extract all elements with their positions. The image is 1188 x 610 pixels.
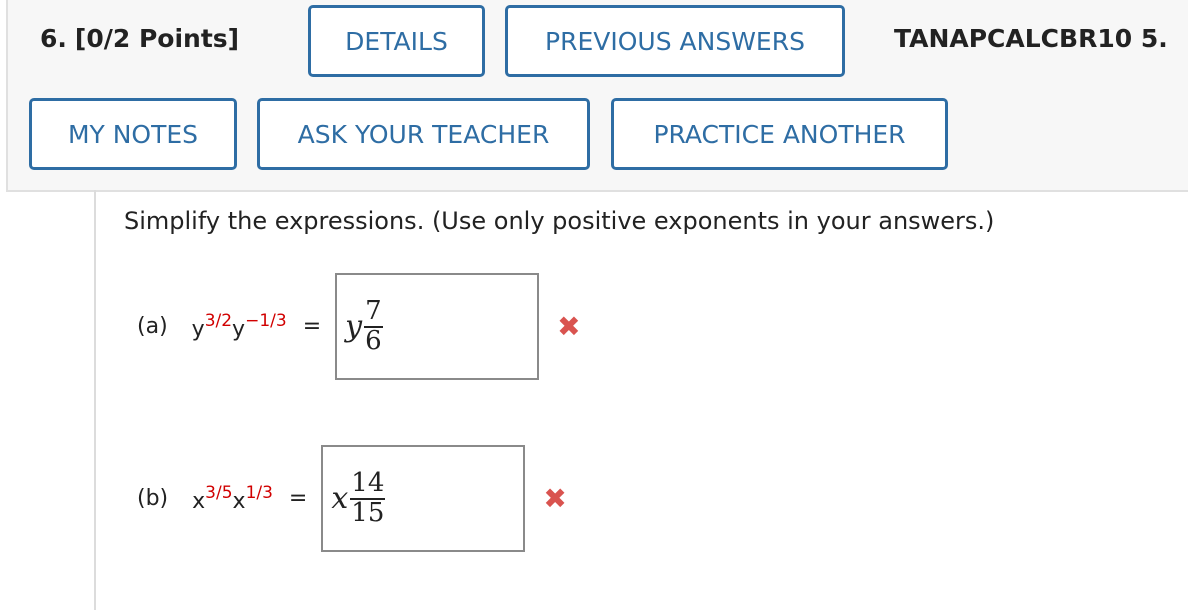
part-a-answer-field[interactable]: y 7 6 xyxy=(335,273,540,380)
left-rule xyxy=(94,190,96,610)
part-b-answer-numerator: 14 xyxy=(350,468,386,500)
part-b-answer-field[interactable]: x 14 15 xyxy=(321,445,526,552)
part-b-exponent2: 1/3 xyxy=(245,483,273,503)
part-b: (b) x3/5x1/3 = x 14 15 ✖ xyxy=(137,445,567,552)
part-b-exponent1: 3/5 xyxy=(205,483,233,503)
incorrect-icon: ✖ xyxy=(557,310,581,343)
part-a-exponent2: −1/3 xyxy=(245,311,287,331)
details-button[interactable]: DETAILS xyxy=(308,5,485,77)
instructions-text: Simplify the expressions. (Use only posi… xyxy=(124,207,995,235)
question-number: 6. [0/2 Points] xyxy=(40,24,239,53)
part-a-answer-numerator: 7 xyxy=(364,296,383,328)
part-b-label: (b) xyxy=(137,486,169,511)
question-points: [0/2 Points] xyxy=(74,24,240,53)
part-a-expression: y3/2y−1/3 xyxy=(192,311,287,342)
part-a-label: (a) xyxy=(137,314,168,339)
part-b-expression: x3/5x1/3 xyxy=(192,483,273,514)
part-a-answer-variable: y xyxy=(345,309,363,344)
previous-answers-button[interactable]: PREVIOUS ANSWERS xyxy=(505,5,845,77)
part-b-answer-fraction: 14 15 xyxy=(350,468,386,528)
question-number-text: 6. xyxy=(40,24,67,53)
question-code: TANAPCALCBR10 5. xyxy=(894,24,1168,53)
part-a-equals: = xyxy=(302,314,322,339)
incorrect-icon: ✖ xyxy=(543,482,567,515)
part-a-base2: y xyxy=(232,317,246,342)
question-header: 6. [0/2 Points] DETAILS PREVIOUS ANSWERS … xyxy=(6,0,1188,192)
part-b-base1: x xyxy=(192,489,206,514)
part-a: (a) y3/2y−1/3 = y 7 6 ✖ xyxy=(137,273,581,380)
part-b-equals: = xyxy=(288,486,308,511)
part-a-base1: y xyxy=(191,317,205,342)
ask-your-teacher-button[interactable]: ASK YOUR TEACHER xyxy=(257,98,590,170)
part-b-answer-denominator: 15 xyxy=(351,497,385,528)
part-a-exponent1: 3/2 xyxy=(204,311,233,331)
part-a-answer-fraction: 7 6 xyxy=(364,296,383,356)
part-b-base2: x xyxy=(232,489,246,514)
part-b-answer-variable: x xyxy=(331,481,349,516)
part-a-answer-denominator: 6 xyxy=(365,325,382,356)
practice-another-button[interactable]: PRACTICE ANOTHER xyxy=(611,98,948,170)
my-notes-button[interactable]: MY NOTES xyxy=(29,98,237,170)
